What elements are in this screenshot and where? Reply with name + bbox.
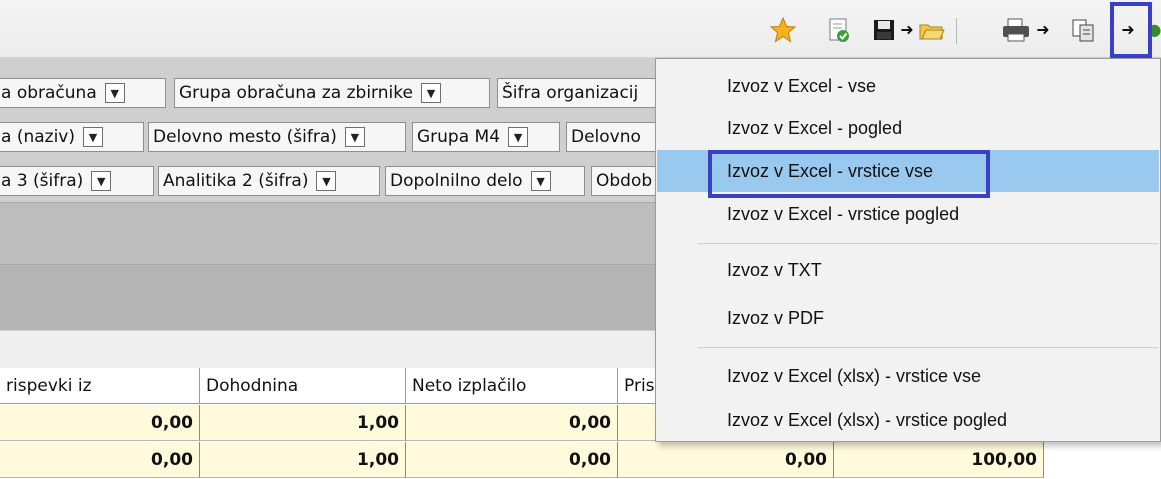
group-chip[interactable]: a (naziv) ▼: [0, 122, 144, 152]
group-chip-label: Grupa obračuna za zbirnike: [179, 83, 413, 103]
menu-item-excel-rows-view[interactable]: Izvoz v Excel - vrstice pogled: [657, 193, 1159, 235]
table-cell[interactable]: 0,00: [406, 405, 618, 441]
copy-icon[interactable]: [1070, 16, 1100, 44]
group-chip-label: Dopolnilno delo: [390, 171, 523, 191]
table-cell[interactable]: 100,00: [834, 442, 1044, 478]
chevron-down-icon[interactable]: ▼: [83, 127, 103, 147]
group-chip[interactable]: a 3 (šifra) ▼: [0, 166, 154, 196]
chevron-down-icon[interactable]: ▼: [530, 171, 551, 191]
group-chip[interactable]: Analitika 2 (šifra) ▼: [158, 166, 380, 196]
chevron-down-icon[interactable]: ▼: [91, 171, 112, 191]
group-chip-label: a (naziv): [1, 127, 75, 147]
toolbar: ➜ ➜ ➜ ●: [0, 0, 1161, 58]
group-chip[interactable]: Šifra organizacij: [497, 78, 667, 108]
group-chip-label: Delovno: [571, 127, 641, 147]
table-cell[interactable]: [618, 405, 658, 441]
group-chip[interactable]: Delovno mesto (šifra) ▼: [148, 122, 406, 152]
chevron-down-icon[interactable]: ▼: [508, 127, 529, 147]
group-chip[interactable]: Grupa M4 ▼: [412, 122, 560, 152]
group-chip-label: Obdob: [596, 171, 653, 191]
save-icon[interactable]: [872, 16, 896, 44]
table-cell[interactable]: 1,00: [200, 405, 406, 441]
table-cell[interactable]: 0,00: [618, 442, 834, 478]
group-chip-label: Analitika 2 (šifra): [163, 171, 309, 191]
group-chip[interactable]: Grupa obračuna za zbirnike ▼: [174, 78, 490, 108]
group-chip-label: Delovno mesto (šifra): [153, 127, 337, 147]
chevron-down-icon[interactable]: ▼: [420, 83, 441, 103]
column-header[interactable]: Pris: [618, 368, 658, 404]
export-menu: Izvoz v Excel - vse Izvoz v Excel - pogl…: [655, 58, 1161, 442]
menu-item-excel-all[interactable]: Izvoz v Excel - vse: [657, 65, 1159, 107]
menu-item-pdf[interactable]: Izvoz v PDF: [657, 297, 1159, 339]
open-folder-icon[interactable]: [918, 16, 946, 44]
table-cell[interactable]: 0,00: [0, 405, 200, 441]
group-chip-label: Grupa M4: [417, 127, 501, 147]
chevron-down-icon[interactable]: ▼: [316, 171, 337, 191]
chevron-down-icon[interactable]: ▼: [344, 127, 365, 147]
group-chip-label: a 3 (šifra): [1, 171, 84, 191]
menu-item-excel-view[interactable]: Izvoz v Excel - pogled: [657, 107, 1159, 149]
group-chip[interactable]: a obračuna ▼: [0, 78, 166, 108]
arrow-icon[interactable]: ➜: [1034, 16, 1052, 44]
document-check-icon[interactable]: [826, 16, 852, 44]
menu-item-xlsx-rows-view[interactable]: Izvoz v Excel (xlsx) - vrstice pogled: [657, 399, 1159, 441]
star-icon[interactable]: [769, 16, 797, 44]
selected-item-highlight: [708, 150, 990, 198]
table-cell[interactable]: 0,00: [406, 442, 618, 478]
menu-item-xlsx-rows-all[interactable]: Izvoz v Excel (xlsx) - vrstice vse: [657, 355, 1159, 397]
table-cell[interactable]: 1,00: [200, 442, 406, 478]
column-header[interactable]: Neto izplačilo: [406, 368, 618, 404]
column-header[interactable]: Dohodnina: [200, 368, 406, 404]
menu-separator: [698, 243, 1158, 244]
menu-item-txt[interactable]: Izvoz v TXT: [657, 249, 1159, 291]
group-chip-label: Šifra organizacij: [502, 83, 639, 103]
chevron-down-icon[interactable]: ▼: [104, 83, 125, 103]
export-button-highlight: [1110, 2, 1152, 58]
group-chip-label: a obračuna: [1, 83, 97, 103]
menu-separator: [698, 347, 1158, 348]
arrow-icon[interactable]: ➜: [898, 16, 916, 44]
group-chip[interactable]: Delovno: [566, 122, 666, 152]
column-header[interactable]: rispevki iz: [0, 368, 200, 404]
table-cell[interactable]: 0,00: [0, 442, 200, 478]
print-icon[interactable]: [1001, 16, 1031, 44]
group-chip[interactable]: Dopolnilno delo ▼: [385, 166, 585, 196]
